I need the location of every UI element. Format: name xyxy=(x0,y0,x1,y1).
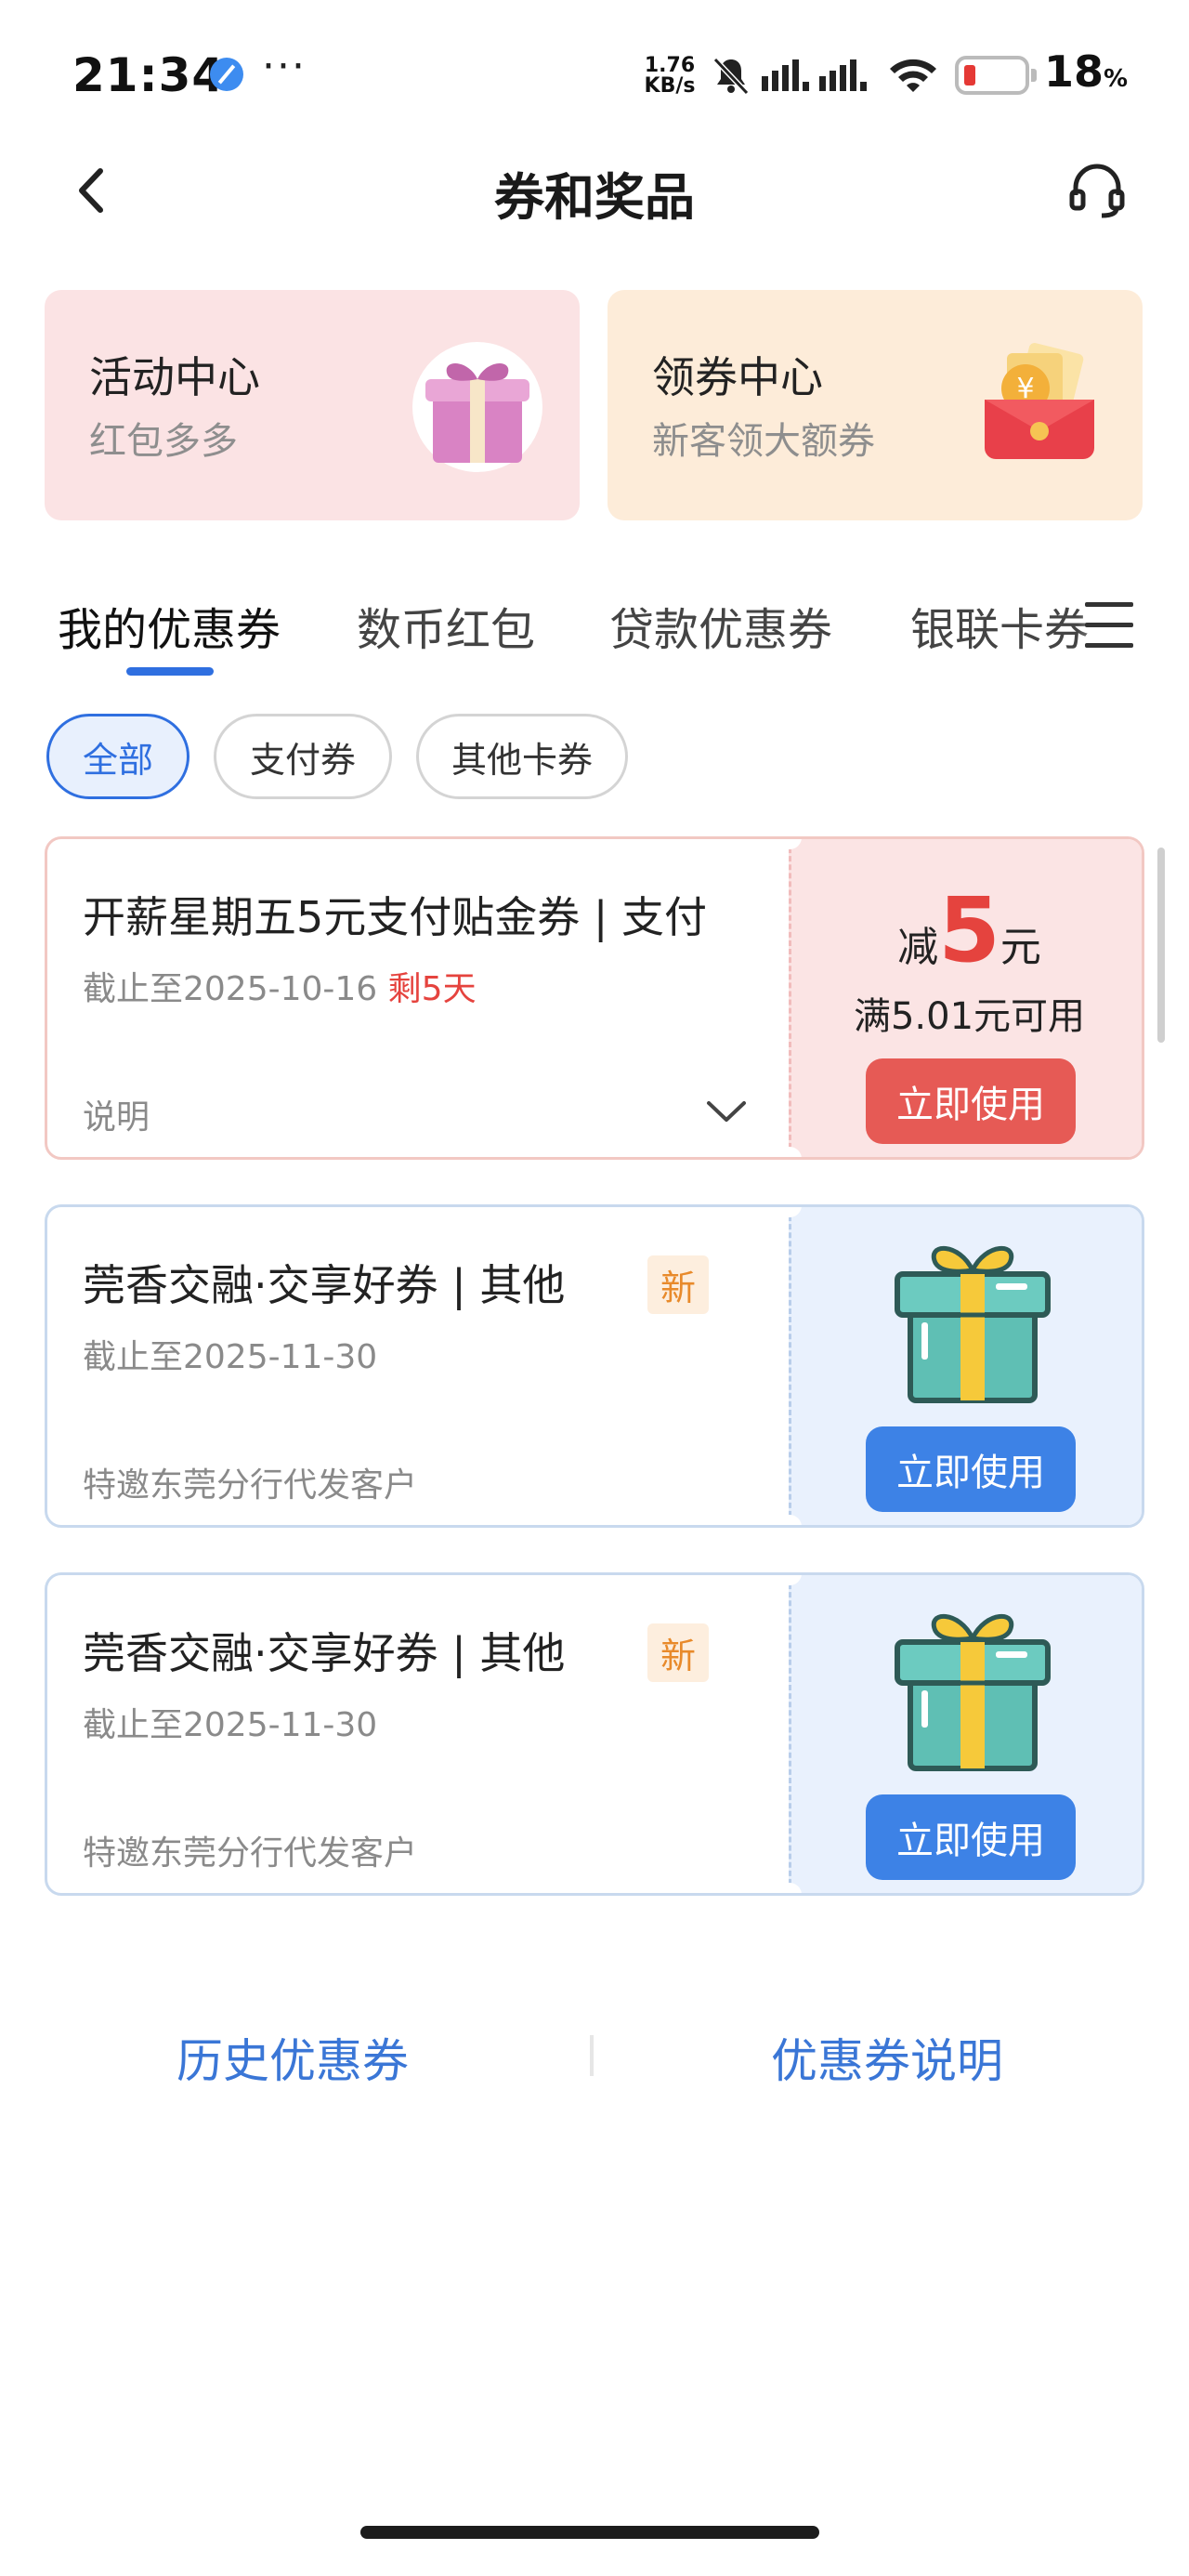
use-now-button[interactable]: 立即使用 xyxy=(866,1426,1076,1512)
browser-compass-icon xyxy=(210,58,243,91)
filter-all[interactable]: 全部 xyxy=(46,714,189,799)
wifi-icon xyxy=(890,59,936,92)
home-indicator[interactable] xyxy=(360,2526,819,2539)
new-badge: 新 xyxy=(647,1255,710,1314)
coupon-card[interactable]: 开薪星期五5元支付贴金券 | 支付 截止至2025-10-16 剩5天 说明 减… xyxy=(45,836,1144,1160)
active-tab-indicator xyxy=(126,667,214,676)
coupon-value-panel: 减5元 满5.01元可用 立即使用 xyxy=(789,839,1142,1157)
gift-box-icon xyxy=(412,342,542,472)
filter-other-coupons[interactable]: 其他卡券 xyxy=(416,714,628,799)
scrollbar[interactable] xyxy=(1157,848,1165,1043)
more-notifications-icon: ··· xyxy=(262,43,307,90)
page-title: 券和奖品 xyxy=(494,168,695,227)
filter-chips: 全部 支付券 其他卡券 xyxy=(0,712,1189,801)
signal-bars-icon xyxy=(762,59,867,91)
coupon-tabs: 我的优惠券 数币红包 贷款优惠券 银联卡券 xyxy=(0,585,1189,688)
coupon-deadline: 截止至2025-11-30 xyxy=(83,1338,378,1376)
chevron-down-icon[interactable] xyxy=(705,1097,748,1125)
bottom-links: 历史优惠券 优惠券说明 xyxy=(0,2007,1189,2100)
use-now-button[interactable]: 立即使用 xyxy=(866,1794,1076,1880)
network-speed: 1.76 KB/s xyxy=(639,56,700,97)
coupon-amount: 减5元 xyxy=(897,878,1041,982)
network-speed-value: 1.76 xyxy=(644,54,696,77)
gift-box-icon xyxy=(895,1246,1051,1403)
tab-unionpay-coupons[interactable]: 银联卡券 xyxy=(910,593,1089,658)
activity-center-title: 活动中心 xyxy=(89,352,260,402)
activity-center-card[interactable]: 活动中心 红包多多 xyxy=(45,290,580,520)
coupon-remaining-days: 剩5天 xyxy=(387,970,477,1008)
headset-icon[interactable] xyxy=(1066,162,1128,221)
coupon-title: 莞香交融·交享好券 | 其他 xyxy=(83,1260,566,1310)
coupon-eligibility: 特邀东莞分行代发客户 xyxy=(83,1466,418,1505)
coupon-condition: 满5.01元可用 xyxy=(853,995,1086,1038)
gift-box-icon xyxy=(895,1614,1051,1771)
coupon-deadline: 截止至2025-10-16 剩5天 xyxy=(83,970,477,1008)
red-envelope-icon: ¥ xyxy=(985,343,1094,459)
coupon-center-subtitle: 新客领大额券 xyxy=(652,420,875,463)
coupon-explanation-link[interactable]: 优惠券说明 xyxy=(771,2024,1003,2091)
network-speed-unit: KB/s xyxy=(644,74,696,98)
coupon-value-panel: 立即使用 xyxy=(789,1575,1142,1893)
status-bar: 21:34 ··· 1.76 KB/s 18% xyxy=(0,0,1189,139)
coupon-title: 开薪星期五5元支付贴金券 | 支付 xyxy=(83,892,708,942)
coupon-title: 莞香交融·交享好券 | 其他 xyxy=(83,1628,566,1678)
tab-digital-red-packets[interactable]: 数币红包 xyxy=(357,593,535,658)
activity-center-subtitle: 红包多多 xyxy=(89,420,238,463)
filter-payment-coupons[interactable]: 支付券 xyxy=(214,714,392,799)
use-now-button[interactable]: 立即使用 xyxy=(866,1058,1076,1144)
battery-icon xyxy=(955,56,1037,95)
tab-my-coupons[interactable]: 我的优惠券 xyxy=(58,593,281,658)
status-time: 21:34 xyxy=(72,48,226,102)
coupon-card[interactable]: 莞香交融·交享好券 | 其他 新 截止至2025-11-30 特邀东莞分行代发客… xyxy=(45,1572,1144,1896)
coupon-value-panel: 立即使用 xyxy=(789,1207,1142,1525)
coupon-eligibility: 特邀东莞分行代发客户 xyxy=(83,1834,418,1873)
coupon-description-label: 说明 xyxy=(83,1098,150,1137)
battery-level: 18% xyxy=(1044,46,1129,97)
nav-bar: 券和奖品 xyxy=(0,139,1189,242)
coupon-card[interactable]: 莞香交融·交享好券 | 其他 新 截止至2025-11-30 特邀东莞分行代发客… xyxy=(45,1204,1144,1528)
coupon-center-card[interactable]: 领券中心 新客领大额券 ¥ xyxy=(608,290,1143,520)
divider xyxy=(590,2035,594,2076)
coupon-center-title: 领券中心 xyxy=(652,352,823,402)
tab-menu-icon[interactable] xyxy=(1085,598,1135,651)
mute-bell-icon xyxy=(712,57,750,96)
tab-loan-coupons[interactable]: 贷款优惠券 xyxy=(609,593,832,658)
history-coupons-link[interactable]: 历史优惠券 xyxy=(176,2024,409,2091)
new-badge: 新 xyxy=(647,1623,710,1682)
coupon-deadline: 截止至2025-11-30 xyxy=(83,1706,378,1744)
